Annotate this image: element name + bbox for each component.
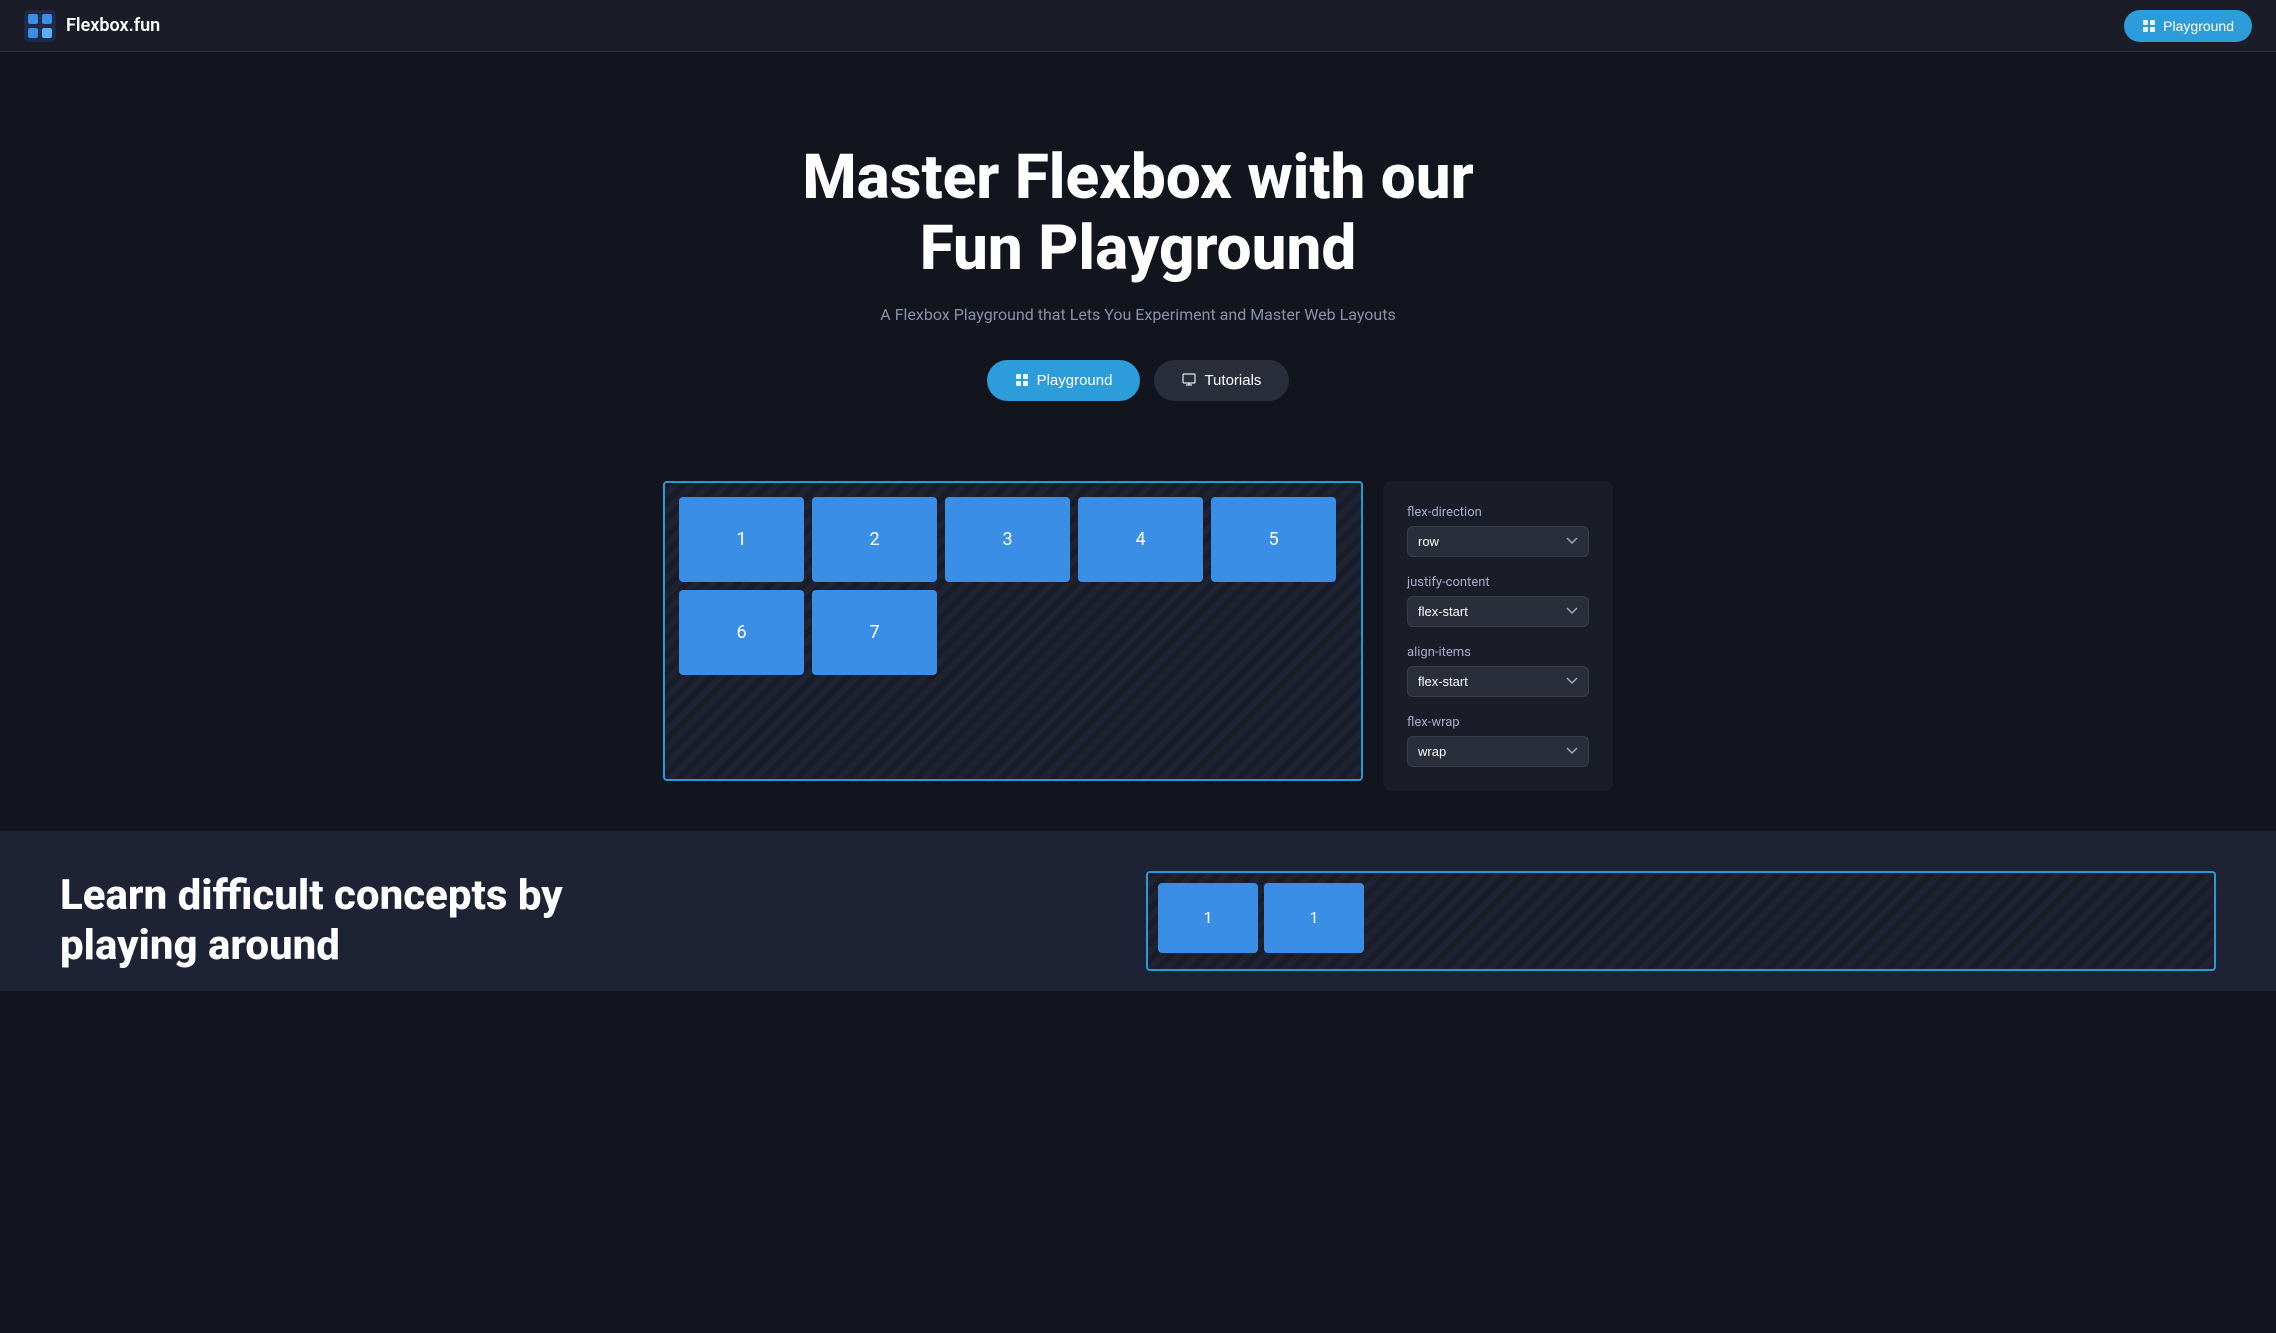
logo[interactable]: Flexbox.fun <box>24 10 160 42</box>
nav-logo-text: Flexbox.fun <box>66 15 160 36</box>
flex-item: 6 <box>679 590 804 675</box>
hero-subtitle: A Flexbox Playground that Lets You Exper… <box>20 305 2256 324</box>
learn-heading: Learn difficult concepts by playing arou… <box>60 871 1106 972</box>
control-row-justify-content: justify-content flex-startflex-endcenters… <box>1407 575 1589 627</box>
flex-item: 3 <box>945 497 1070 582</box>
hero-buttons: Playground Tutorials <box>20 360 2256 401</box>
tutorials-btn-icon <box>1182 373 1196 387</box>
playground-icon <box>2142 19 2156 33</box>
learn-heading-line2: playing around <box>60 921 340 970</box>
flex-item: 7 <box>812 590 937 675</box>
controls-panel: flex-direction rowrow-reversecolumncolumn… <box>1383 481 1613 791</box>
control-row-flex-direction: flex-direction rowrow-reversecolumncolumn… <box>1407 505 1589 557</box>
playground-btn-icon <box>1015 373 1029 387</box>
learn-flex-item: 1 <box>1158 883 1258 953</box>
control-select-justify-content[interactable]: flex-startflex-endcenterspace-betweenspa… <box>1407 596 1589 627</box>
hero-playground-button[interactable]: Playground <box>987 360 1141 401</box>
learn-flex-wrapper: 11 <box>1146 871 2216 971</box>
control-select-flex-wrap[interactable]: nowrapwrapwrap-reverse <box>1407 736 1589 767</box>
hero-playground-label: Playground <box>1037 372 1113 389</box>
learn-heading-line1: Learn difficult concepts by <box>60 871 563 920</box>
learn-section: Learn difficult concepts by playing arou… <box>0 831 2276 992</box>
control-row-align-items: align-items flex-startflex-endcenterbasel… <box>1407 645 1589 697</box>
hero-section: Master Flexbox with our Fun Playground A… <box>0 52 2276 461</box>
control-label-flex-direction: flex-direction <box>1407 505 1589 520</box>
hero-tutorials-label: Tutorials <box>1204 372 1261 389</box>
flex-item: 4 <box>1078 497 1203 582</box>
flex-item: 5 <box>1211 497 1336 582</box>
flex-item: 2 <box>812 497 937 582</box>
hero-tutorials-button[interactable]: Tutorials <box>1154 360 1289 401</box>
control-label-align-items: align-items <box>1407 645 1589 660</box>
logo-icon <box>24 10 56 42</box>
demo-section: 12345 67 flex-direction rowrow-reversecolu… <box>0 461 2276 831</box>
nav-playground-button[interactable]: Playground <box>2124 10 2252 42</box>
navbar: Flexbox.fun Playground <box>0 0 2276 52</box>
control-row-flex-wrap: flex-wrap nowrapwrapwrap-reverse <box>1407 715 1589 767</box>
control-label-flex-wrap: flex-wrap <box>1407 715 1589 730</box>
hero-heading-line1: Master Flexbox with our <box>802 141 1473 214</box>
hero-heading: Master Flexbox with our Fun Playground <box>788 142 1488 285</box>
nav-playground-label: Playground <box>2163 18 2234 34</box>
control-label-justify-content: justify-content <box>1407 575 1589 590</box>
flex-item: 1 <box>679 497 804 582</box>
hero-heading-line2: Fun Playground <box>920 212 1356 285</box>
flexbox-container: 12345 67 <box>663 481 1363 781</box>
control-select-flex-direction[interactable]: rowrow-reversecolumncolumn-reverse <box>1407 526 1589 557</box>
learn-flex-item: 1 <box>1264 883 1364 953</box>
control-select-align-items[interactable]: flex-startflex-endcenterbaselinestretch <box>1407 666 1589 697</box>
learn-text: Learn difficult concepts by playing arou… <box>60 871 1106 972</box>
